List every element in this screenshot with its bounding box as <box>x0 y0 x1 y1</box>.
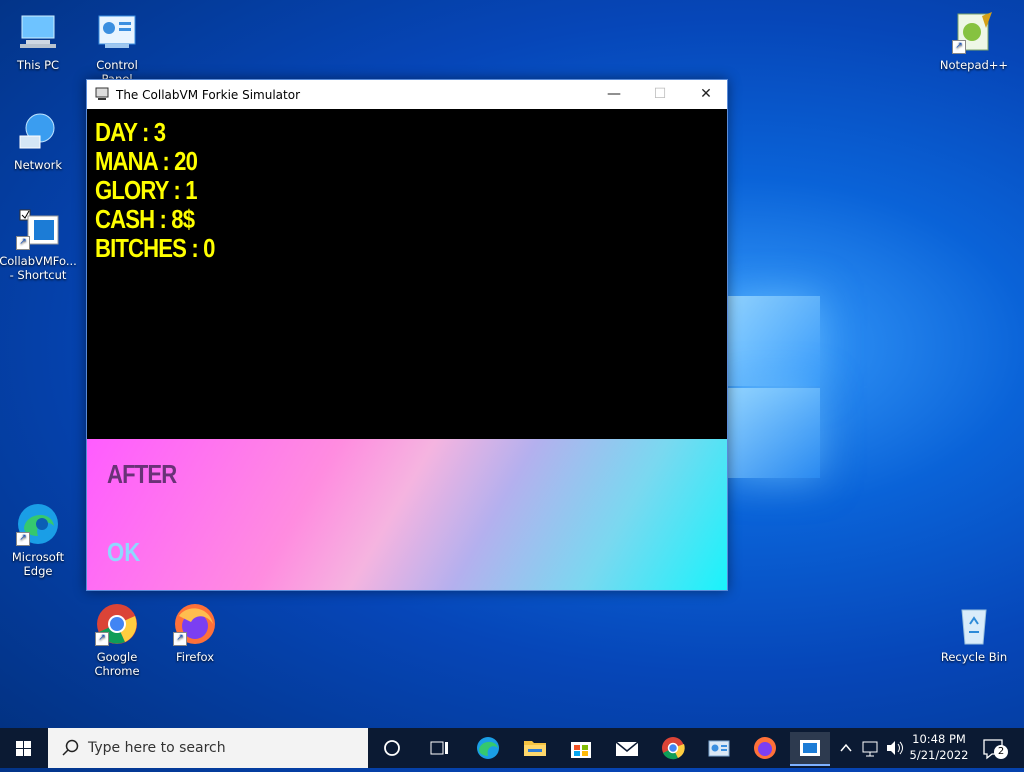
desktop-icon-label: Google Chrome <box>94 650 140 678</box>
ok-button[interactable]: OK <box>107 537 140 568</box>
firefox-icon: ↗ <box>173 602 217 646</box>
desktop-icon-label: Notepad++ <box>939 58 1009 72</box>
close-button[interactable]: ✕ <box>683 80 729 109</box>
desktop-icon-firefox[interactable]: ↗ Firefox <box>157 602 233 664</box>
stat-cash: CASH : 8$ <box>95 204 195 234</box>
task-view-icon[interactable] <box>419 732 459 764</box>
desktop-icon-collabvm-shortcut[interactable]: ↗ CollabVMFo... - Shortcut <box>0 206 77 282</box>
stat-day: DAY : 3 <box>95 117 166 147</box>
file-explorer-icon[interactable] <box>515 732 555 764</box>
desktop-icon-label: Microsoft Edge <box>11 550 65 578</box>
maximize-button[interactable]: ☐ <box>637 80 683 109</box>
game-stats: DAY : 3 MANA : 20 GLORY : 1 CASH : 8$ BI… <box>95 118 236 263</box>
app-window-icon <box>95 87 109 101</box>
windows-start-icon <box>16 741 31 756</box>
dialog-message: AFTER <box>107 459 177 489</box>
chrome-icon: ↗ <box>95 602 139 646</box>
clock-time: 10:48 PM <box>912 732 966 746</box>
computer-icon <box>16 10 60 54</box>
desktop-icon-label: CollabVMFo... - Shortcut <box>0 254 77 282</box>
search-icon <box>62 739 79 756</box>
desktop-icon-recycle-bin[interactable]: Recycle Bin <box>936 602 1012 664</box>
firefox-icon[interactable] <box>745 732 785 764</box>
notification-center-icon[interactable]: 2 <box>978 732 1012 764</box>
shortcut-arrow-icon: ↗ <box>952 40 966 54</box>
shortcut-arrow-icon: ↗ <box>95 632 109 646</box>
desktop-icon-label: Firefox <box>175 650 215 664</box>
stat-glory: GLORY : 1 <box>95 175 197 205</box>
stat-mana: MANA : 20 <box>95 146 198 176</box>
mail-icon[interactable] <box>607 732 647 764</box>
control-panel-icon[interactable] <box>699 732 739 764</box>
shortcut-arrow-icon: ↗ <box>173 632 187 646</box>
edge-icon: ↗ <box>16 502 60 546</box>
store-icon[interactable] <box>561 732 601 764</box>
notepad-plus-plus-icon: ↗ <box>952 10 996 54</box>
shortcut-arrow-icon: ↗ <box>16 236 30 250</box>
stat-bitches: BITCHES : 0 <box>95 233 215 263</box>
forkie-simulator-window: The CollabVM Forkie Simulator — ☐ ✕ DAY … <box>86 79 728 591</box>
desktop-icon-label: Recycle Bin <box>940 650 1008 664</box>
window-titlebar[interactable]: The CollabVM Forkie Simulator — ☐ ✕ <box>87 80 727 109</box>
taskbar-search-box[interactable]: Type here to search <box>48 728 368 768</box>
taskbar-clock[interactable]: 10:48 PM 5/21/2022 <box>908 732 970 762</box>
windows-wallpaper-logo <box>728 288 822 482</box>
desktop-icon-this-pc[interactable]: This PC <box>0 10 76 72</box>
control-panel-icon <box>95 10 139 54</box>
minimize-button[interactable]: — <box>591 80 637 109</box>
start-button[interactable] <box>0 728 48 768</box>
taskbar: Type here to search 10:48 PM 5/21/2022 2 <box>0 728 1024 768</box>
window-title: The CollabVM Forkie Simulator <box>116 88 301 102</box>
cortana-icon[interactable] <box>372 732 412 764</box>
collabvm-app-icon[interactable] <box>790 732 830 766</box>
dialog-panel: AFTER OK <box>87 439 727 590</box>
show-hidden-icons-chevron-icon[interactable] <box>836 732 856 764</box>
desktop-icon-microsoft-edge[interactable]: ↗ Microsoft Edge <box>0 502 76 578</box>
chrome-icon[interactable] <box>653 732 693 764</box>
desktop-icon-google-chrome[interactable]: ↗ Google Chrome <box>79 602 155 678</box>
clock-date: 5/21/2022 <box>909 748 969 762</box>
desktop-icon-network[interactable]: Network <box>0 110 76 172</box>
desktop-icon-control-panel[interactable]: Control Panel <box>79 10 155 86</box>
collabvm-app-icon: ↗ <box>16 206 60 250</box>
shortcut-arrow-icon: ↗ <box>16 532 30 546</box>
desktop-icon-notepad-plus-plus[interactable]: ↗ Notepad++ <box>936 10 1012 72</box>
recycle-bin-icon <box>952 602 996 646</box>
desktop-icon-label: Network <box>13 158 63 172</box>
network-status-icon[interactable] <box>860 732 882 764</box>
notification-count-badge: 2 <box>994 745 1008 759</box>
edge-icon[interactable] <box>468 732 508 764</box>
desktop-icon-label: This PC <box>16 58 60 72</box>
search-placeholder: Type here to search <box>88 740 226 756</box>
network-globe-icon <box>16 110 60 154</box>
volume-icon[interactable] <box>884 732 906 764</box>
